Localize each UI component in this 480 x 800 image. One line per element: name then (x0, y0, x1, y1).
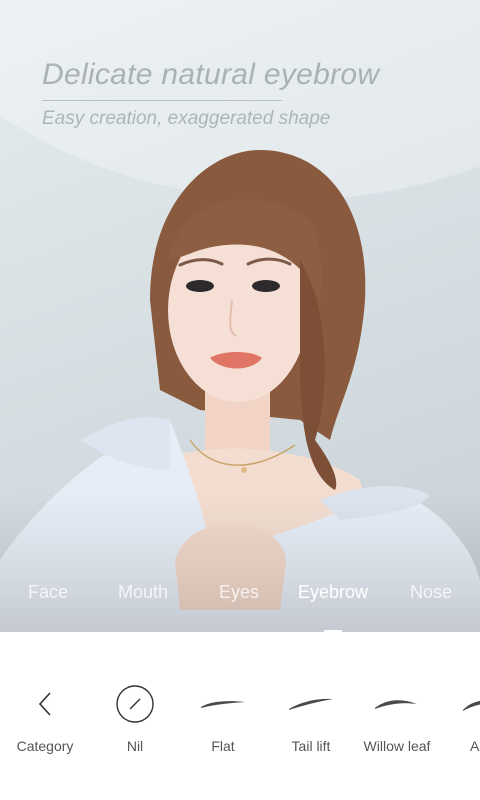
option-nil[interactable]: Nil (90, 632, 180, 800)
none-circle-icon (90, 682, 180, 726)
tab-face[interactable]: Face (28, 582, 68, 603)
tab-nose[interactable]: Nose (410, 582, 452, 603)
arched-eyebrow-icon (440, 682, 480, 726)
option-arched[interactable]: Ar (440, 632, 480, 800)
banner-subline: Easy creation, exaggerated shape (42, 108, 331, 129)
option-label: Willow leaf (363, 738, 431, 754)
tab-mouth[interactable]: Mouth (118, 582, 168, 603)
option-label: Tail lift (291, 738, 331, 754)
back-chevron-icon (0, 682, 90, 726)
option-label: Ar (470, 738, 480, 754)
option-label: Flat (211, 738, 235, 754)
eyebrow-options-panel: Category Nil Flat Tail lift Willow leaf … (0, 632, 480, 800)
option-willow-leaf[interactable]: Willow leaf (352, 632, 442, 800)
banner-divider (42, 100, 282, 101)
banner-headline: Delicate natural eyebrow (42, 58, 380, 91)
willow-leaf-eyebrow-icon (352, 682, 442, 726)
category-button[interactable]: Category (0, 632, 90, 800)
tab-eyes[interactable]: Eyes (219, 582, 259, 603)
option-tail-lift[interactable]: Tail lift (266, 632, 356, 800)
tab-eyebrow[interactable]: Eyebrow (298, 582, 368, 603)
tail-lift-eyebrow-icon (266, 682, 356, 726)
app-screen: Delicate natural eyebrow Easy creation, … (0, 0, 480, 800)
feature-tabs: Face Mouth Eyes Eyebrow Nose (0, 582, 480, 622)
option-label: Category (16, 738, 74, 754)
flat-eyebrow-icon (178, 682, 268, 726)
option-label: Nil (126, 738, 144, 754)
model-photo: Delicate natural eyebrow Easy creation, … (0, 0, 480, 632)
option-flat[interactable]: Flat (178, 632, 268, 800)
